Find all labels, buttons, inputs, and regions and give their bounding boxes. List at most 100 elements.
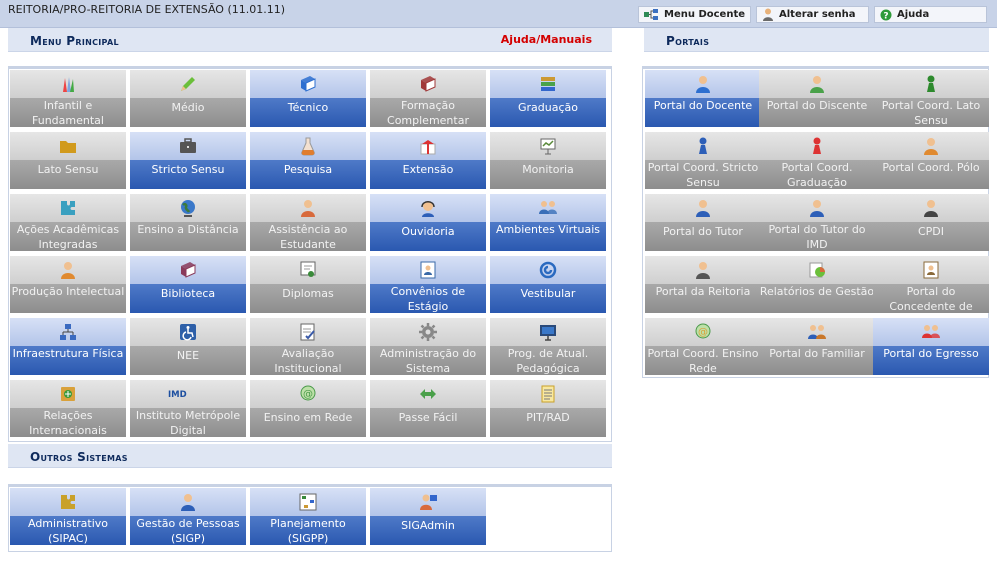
menu-docente-label: Menu Docente xyxy=(664,9,746,20)
tile-passe-facil[interactable]: Passe Fácil xyxy=(370,380,486,437)
tile-administracao-do-sistema[interactable]: Administração do Sistema xyxy=(370,318,486,375)
tile-ensino-a-distancia[interactable]: Ensino a Distância xyxy=(130,194,246,251)
tile-portal-do-tutor[interactable]: Portal do Tutor xyxy=(645,194,761,251)
tile-portal-coord-polo[interactable]: Portal Coord. Pólo xyxy=(873,132,989,189)
diagram-icon xyxy=(299,493,317,511)
portais-panel: Portal do Docente Portal do Discente Porta… xyxy=(642,66,989,378)
unit-name: REITORIA/PRO-REITORIA DE EXTENSÃO (11.01… xyxy=(8,3,286,16)
tile-label: Portal Coord. Pólo xyxy=(882,161,980,174)
document-icon xyxy=(541,385,555,403)
tile-label: Portal do Docente xyxy=(653,99,753,112)
tile-label: Portal do Tutor do IMD xyxy=(768,223,866,251)
tile-nee[interactable]: NEE xyxy=(130,318,246,375)
person-icon xyxy=(810,200,824,217)
tile-portal-coord-ensino-rede[interactable]: @ Portal Coord. Ensino Rede xyxy=(645,318,761,375)
tile-label: Planejamento (SIGPP) xyxy=(270,517,346,545)
tile-administrativo-sipac[interactable]: Administrativo (SIPAC) xyxy=(10,488,126,545)
tile-portal-do-familiar[interactable]: Portal do Familiar xyxy=(759,318,875,375)
tile-label: Avaliação Institucional xyxy=(274,347,342,375)
tile-label: Infraestrutura Física xyxy=(12,347,124,360)
svg-text:?: ? xyxy=(883,11,888,21)
tile-convenios-de-estagio[interactable]: Convênios de Estágio xyxy=(370,256,486,313)
tile-producao-intelectual[interactable]: Produção Intelectual xyxy=(10,256,126,313)
tile-ouvidoria[interactable]: Ouvidoria xyxy=(370,194,486,251)
tile-portal-coord-stricto-sensu[interactable]: Portal Coord. Stricto Sensu xyxy=(645,132,761,189)
book-icon xyxy=(301,76,316,92)
tile-formacao-complementar[interactable]: Formação Complementar xyxy=(370,70,486,127)
svg-text:@: @ xyxy=(303,389,313,400)
tile-label: Ambientes Virtuais xyxy=(495,223,600,236)
tile-infraestrutura-fisica[interactable]: Infraestrutura Física xyxy=(10,318,126,375)
tile-relacoes-internacionais[interactable]: Relações Internacionais xyxy=(10,380,126,437)
tile-portal-do-tutor-do-imd[interactable]: Portal do Tutor do IMD xyxy=(759,194,875,251)
tile-label: Portal do Concedente de xyxy=(889,285,973,313)
tile-medio[interactable]: Médio xyxy=(130,70,246,127)
tile-portal-coord-lato-sensu[interactable]: Portal Coord. Lato Sensu xyxy=(873,70,989,127)
tile-sigadmin[interactable]: SIGAdmin xyxy=(370,488,486,545)
tile-label: Portal do Discente xyxy=(766,99,868,112)
tile-stricto-sensu[interactable]: Stricto Sensu xyxy=(130,132,246,189)
pawn-icon xyxy=(927,75,935,92)
top-actions: Menu Docente Alterar senha ? Ajuda xyxy=(638,6,987,23)
tile-portal-da-reitoria[interactable]: Portal da Reitoria xyxy=(645,256,761,313)
tile-graduacao[interactable]: Graduação xyxy=(490,70,606,127)
tile-tecnico[interactable]: Técnico xyxy=(250,70,366,127)
tile-label: Administrativo (SIPAC) xyxy=(27,517,109,545)
tile-infantil-e-fundamental[interactable]: Infantil e Fundamental xyxy=(10,70,126,127)
gift-icon xyxy=(420,140,436,155)
tile-biblioteca[interactable]: Biblioteca xyxy=(130,256,246,313)
crayon-icon xyxy=(63,77,74,92)
tile-vestibular[interactable]: Vestibular xyxy=(490,256,606,313)
tile-extensao[interactable]: Extensão xyxy=(370,132,486,189)
tile-relatorios-de-gestao[interactable]: Relatórios de Gestão xyxy=(759,256,875,313)
menu-docente-button[interactable]: Menu Docente xyxy=(638,6,751,23)
tile-monitoria[interactable]: Monitoria xyxy=(490,132,606,189)
outros-sistemas-header: Outros Sistemas xyxy=(8,444,612,468)
tile-label: Ouvidoria xyxy=(401,225,455,238)
tile-prog-de-atual-pedagogica[interactable]: Prog. de Atual. Pedagógica xyxy=(490,318,606,375)
person-icon xyxy=(696,262,710,279)
tile-lato-sensu[interactable]: Lato Sensu xyxy=(10,132,126,189)
ajuda-button[interactable]: ? Ajuda xyxy=(874,6,987,23)
tile-gestao-de-pessoas-sigp[interactable]: Gestão de Pessoas (SIGP) xyxy=(130,488,246,545)
tile-planejamento-sigpp[interactable]: Planejamento (SIGPP) xyxy=(250,488,366,545)
ajuda-manuais-link[interactable]: Ajuda/Manuais xyxy=(501,33,592,46)
tile-label: Ensino em Rede xyxy=(263,411,353,424)
tile-pit-rad[interactable]: PIT/RAD xyxy=(490,380,606,437)
tile-label: Portal da Reitoria xyxy=(655,285,751,298)
person-icon xyxy=(924,138,938,155)
tile-portal-do-egresso[interactable]: Portal do Egresso xyxy=(873,318,989,375)
pawn-icon xyxy=(813,137,821,154)
tile-acoes-academicas-integradas[interactable]: Ações Acadêmicas Integradas xyxy=(10,194,126,251)
tile-portal-coord-graduacao[interactable]: Portal Coord. Graduação xyxy=(759,132,875,189)
tile-avaliacao-institucional[interactable]: Avaliação Institucional xyxy=(250,318,366,375)
tile-ensino-em-rede[interactable]: @ Ensino em Rede xyxy=(250,380,366,437)
tile-portal-do-discente[interactable]: Portal do Discente xyxy=(759,70,875,127)
family-icon xyxy=(808,325,826,339)
tile-label: CPDI xyxy=(917,225,945,238)
alterar-senha-button[interactable]: Alterar senha xyxy=(756,6,869,23)
tile-label: Instituto Metrópole Digital xyxy=(135,409,241,437)
tile-cpdi[interactable]: CPDI xyxy=(873,194,989,251)
person-icon xyxy=(181,494,195,511)
person-icon xyxy=(924,200,938,217)
ajuda-label: Ajuda xyxy=(897,9,930,20)
tile-label: Monitoria xyxy=(522,163,574,176)
tile-pesquisa[interactable]: Pesquisa xyxy=(250,132,366,189)
person-icon xyxy=(61,262,75,279)
tile-instituto-metropole-digital[interactable]: IMD Instituto Metrópole Digital xyxy=(130,380,246,437)
tile-top xyxy=(130,380,246,408)
tile-label: Portal do Egresso xyxy=(883,347,979,360)
menu-docente-icon xyxy=(644,9,658,20)
tile-diplomas[interactable]: Diplomas xyxy=(250,256,366,313)
tile-portal-do-docente[interactable]: Portal do Docente xyxy=(645,70,761,127)
person-icon xyxy=(810,76,824,93)
tile-ambientes-virtuais[interactable]: Ambientes Virtuais xyxy=(490,194,606,251)
portais-title: Portais xyxy=(666,34,710,48)
tile-label: Biblioteca xyxy=(160,287,216,300)
tile-label: Extensão xyxy=(402,163,454,176)
tile-assistencia-ao-estudante[interactable]: Assistência ao Estudante xyxy=(250,194,366,251)
tile-label: Passe Fácil xyxy=(398,411,458,424)
tile-portal-do-concedente-de[interactable]: Portal do Concedente de xyxy=(873,256,989,313)
menu-principal-panel: Infantil e Fundamental Médio Técnico Formaç… xyxy=(8,66,612,442)
